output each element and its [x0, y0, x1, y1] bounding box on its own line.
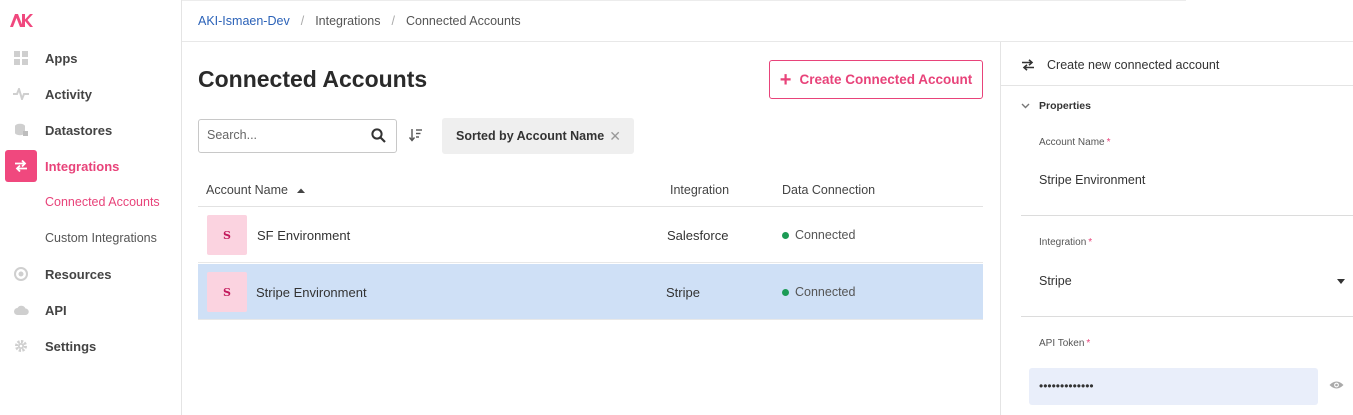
properties-section-label: Properties — [1039, 100, 1091, 112]
sidebar-item-label: Activity — [45, 86, 92, 102]
resources-icon — [13, 266, 29, 282]
status-badge: Connected — [782, 228, 855, 242]
sidebar-item-api[interactable]: API — [0, 295, 181, 325]
avatar: S — [207, 215, 247, 255]
activity-pulse-icon — [13, 86, 29, 102]
create-connected-account-button[interactable]: + Create Connected Account — [769, 60, 983, 99]
column-header-label: Account Name — [206, 183, 288, 197]
sidebar-subitem-connected-accounts[interactable]: Connected Accounts — [45, 195, 160, 209]
sidebar: Apps Activity Datastores Integrations Co… — [0, 0, 182, 415]
plus-icon: + — [779, 68, 792, 91]
sort-icon[interactable] — [409, 128, 423, 142]
required-marker: * — [1088, 237, 1093, 248]
ak-logo-icon[interactable] — [9, 12, 33, 28]
sidebar-item-label: Datastores — [45, 122, 113, 138]
divider — [1001, 85, 1353, 86]
swap-arrows-icon — [1022, 59, 1034, 71]
breadcrumb-separator: / — [300, 14, 305, 28]
panel-header: Create new connected account — [1021, 58, 1219, 72]
chevron-down-icon — [1021, 103, 1030, 109]
sidebar-item-resources[interactable]: Resources — [0, 259, 181, 289]
avatar: S — [207, 272, 247, 312]
divider — [1021, 215, 1353, 216]
cloud-icon — [13, 302, 29, 318]
account-name-label: Account Name * — [1039, 137, 1111, 148]
panel-title: Create new connected account — [1047, 58, 1220, 72]
search-input[interactable] — [207, 128, 367, 142]
search-icon[interactable] — [371, 128, 386, 143]
sidebar-subitem-custom-integrations[interactable]: Custom Integrations — [45, 231, 157, 245]
sidebar-item-integrations[interactable]: Integrations — [0, 150, 181, 182]
gear-icon — [13, 338, 29, 354]
breadcrumb-separator: / — [391, 14, 395, 28]
api-token-field[interactable] — [1029, 368, 1318, 405]
sidebar-item-settings[interactable]: Settings — [0, 331, 181, 361]
sidebar-item-label: Apps — [45, 50, 78, 66]
sort-chip-label: Sorted by Account Name — [456, 129, 605, 143]
column-header-account-name[interactable]: Account Name — [206, 183, 306, 197]
sidebar-item-datastores[interactable]: Datastores — [0, 115, 181, 145]
account-name-field[interactable]: Stripe Environment — [1039, 173, 1145, 187]
field-label-text: Account Name — [1039, 137, 1105, 148]
status-dot-icon — [782, 231, 789, 239]
integration-select[interactable]: Stripe — [1039, 274, 1072, 288]
table-row[interactable]: S SF Environment Salesforce Connected — [198, 207, 983, 263]
required-marker: * — [1106, 137, 1111, 148]
column-header-data-connection[interactable]: Data Connection — [782, 183, 875, 197]
field-label-text: API Token — [1039, 338, 1085, 349]
api-token-label: API Token * — [1039, 338, 1090, 349]
breadcrumb-current: Connected Accounts — [406, 14, 521, 28]
sidebar-item-label: Integrations — [45, 158, 120, 174]
sidebar-item-label: Resources — [45, 266, 112, 282]
integration-cell: Stripe — [666, 285, 700, 300]
integration-label: Integration * — [1039, 237, 1092, 248]
connected-account-panel: Create new connected account Properties … — [1000, 42, 1353, 415]
sidebar-item-label: Settings — [45, 338, 97, 354]
search-box[interactable] — [198, 119, 397, 153]
status-label: Connected — [795, 228, 856, 242]
close-icon[interactable]: ✕ — [609, 128, 621, 145]
datastores-icon — [13, 122, 29, 138]
field-label-text: Integration — [1039, 237, 1087, 248]
sort-ascending-icon — [297, 188, 306, 193]
sidebar-item-apps[interactable]: Apps — [0, 43, 181, 73]
status-dot-icon — [782, 288, 789, 296]
account-name-cell: Stripe Environment — [256, 285, 367, 300]
eye-icon[interactable] — [1329, 380, 1344, 390]
status-badge: Connected — [782, 285, 855, 299]
table-row[interactable]: S Stripe Environment Stripe Connected — [198, 264, 983, 320]
breadcrumb: AKI-Ismaen-Dev / Integrations / Connecte… — [198, 14, 521, 28]
caret-down-icon[interactable] — [1337, 279, 1345, 284]
divider — [1021, 316, 1353, 317]
sidebar-item-activity[interactable]: Activity — [0, 79, 181, 109]
required-marker: * — [1086, 338, 1091, 349]
properties-section-toggle[interactable]: Properties — [1021, 100, 1091, 112]
sidebar-item-label: API — [45, 302, 67, 318]
integrations-swap-icon — [13, 158, 29, 174]
integration-cell: Salesforce — [667, 228, 729, 243]
page-title: Connected Accounts — [198, 66, 428, 92]
status-label: Connected — [795, 285, 856, 299]
api-token-input[interactable] — [1039, 379, 1299, 393]
create-button-label: Create Connected Account — [799, 72, 973, 87]
breadcrumb-integrations[interactable]: Integrations — [315, 14, 380, 28]
sort-chip: Sorted by Account Name ✕ — [442, 118, 634, 154]
column-header-integration[interactable]: Integration — [670, 183, 729, 197]
top-bar: AKI-Ismaen-Dev / Integrations / Connecte… — [182, 0, 1186, 42]
apps-grid-icon — [13, 50, 29, 66]
breadcrumb-workspace[interactable]: AKI-Ismaen-Dev — [198, 14, 290, 28]
account-name-cell: SF Environment — [257, 228, 351, 243]
